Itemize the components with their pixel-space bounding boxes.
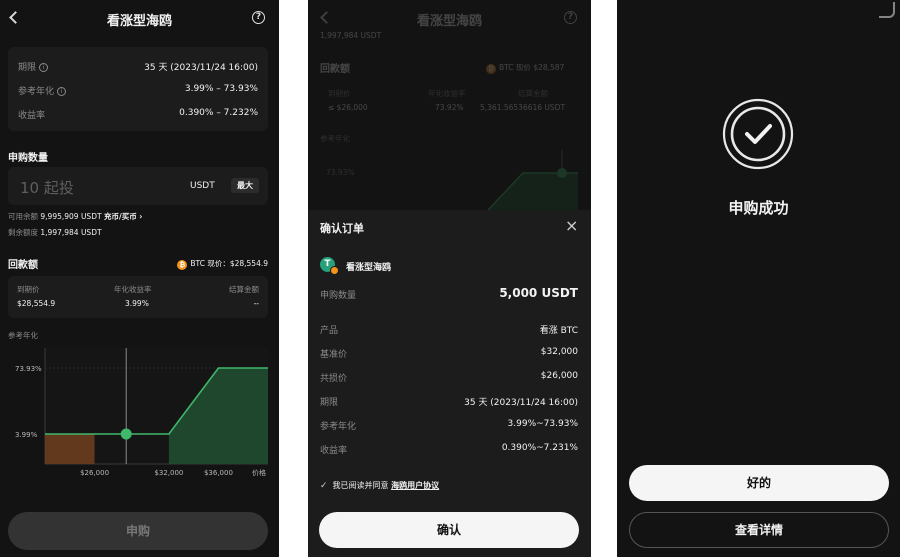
amount-heading: 申购数量 xyxy=(8,153,48,164)
bg-chart-area xyxy=(488,173,578,210)
corner-icon xyxy=(879,2,895,18)
subscription-screen: 看涨型海鸥 ? 期限 i 35 天 (2023/11/24 16:00) 参考年化… xyxy=(0,0,279,557)
order-row-label: 参考年化 xyxy=(320,422,357,432)
btc-icon: ₿ xyxy=(177,260,188,270)
low-zone-area xyxy=(45,434,95,464)
btc-icon: ₿ xyxy=(486,64,496,74)
amount-value: 5,000 USDT xyxy=(499,286,578,300)
btc-price: ₿ BTC 现价：$28,554.9 xyxy=(177,258,268,270)
success-inner-ring xyxy=(730,106,786,162)
ok-button[interactable]: 好的 xyxy=(629,465,889,501)
col-apr-label: 年化收益率 xyxy=(114,285,152,294)
available-label: 可用余额 xyxy=(8,212,38,221)
yield-value: 0.390% – 7.232% xyxy=(179,108,258,118)
background-page: 看涨型海鸥 ? 1,997,984 USDT 回款额 ₿ BTC 现价 $28,5… xyxy=(308,0,591,210)
product-logo-icon: T xyxy=(320,257,339,275)
check-mark xyxy=(745,124,772,144)
confirm-button[interactable]: 确认 xyxy=(319,512,579,548)
success-message: 申购成功 xyxy=(728,199,789,217)
bg-remaining: 1,997,984 USDT xyxy=(320,31,382,40)
product-name: 看涨型海鸥 xyxy=(346,263,392,273)
agreement-link[interactable]: 海鸥用户协议 xyxy=(391,481,439,490)
help-icon[interactable]: ? xyxy=(252,11,265,24)
apr-value: 3.99% – 73.93% xyxy=(184,84,258,94)
success-check-icon xyxy=(722,98,794,170)
product-info-card: 期限 i 35 天 (2023/11/24 16:00) 参考年化 i 3.99% … xyxy=(8,47,268,131)
bg-title: 看涨型海鸥 xyxy=(416,14,482,29)
current-price-point[interactable] xyxy=(120,428,132,440)
order-row-value: 3.99%~73.93% xyxy=(507,419,578,429)
bg-col1: 到期价 xyxy=(328,89,351,98)
close-icon[interactable]: × xyxy=(565,216,578,235)
agree-text: 我已阅读并同意 xyxy=(332,481,389,490)
order-row-value: $32,000 xyxy=(540,347,578,357)
x-tick-label: $32,000 xyxy=(154,469,183,477)
success-screen: 申购成功 好的 查看详情 xyxy=(617,0,900,557)
col-expiry-label: 到期价 xyxy=(17,285,40,294)
confirm-sheet: 确认订单 × T 看涨型海鸥 申购数量 5,000 USDT 产品 看涨 BTC 基… xyxy=(308,210,591,557)
term-value: 35 天 (2023/11/24 16:00) xyxy=(144,63,258,73)
order-row-label: 共损价 xyxy=(320,374,348,384)
remaining-quota: 剩余额度 1,997,984 USDT xyxy=(8,227,102,238)
view-details-button[interactable]: 查看详情 xyxy=(629,512,889,548)
sheet-title: 确认订单 xyxy=(320,222,364,235)
term-label: 期限 i xyxy=(18,60,49,73)
page-title: 看涨型海鸥 xyxy=(106,14,172,29)
x-tick-label: $26,000 xyxy=(80,469,109,477)
y-tick-label: 73.93% xyxy=(15,365,42,373)
payout-heading: 回款额 xyxy=(8,260,38,271)
agreement-row: ✓ 我已阅读并同意 海鸥用户协议 xyxy=(320,480,439,491)
bg-chart-label: 参考年化 xyxy=(320,134,350,143)
bg-chart-point xyxy=(557,168,567,178)
info-icon[interactable]: i xyxy=(39,63,49,72)
col-apr-value: 3.99% xyxy=(125,299,149,308)
success-outer-ring xyxy=(722,98,794,170)
x-tick-label: 价格 xyxy=(252,468,266,477)
bg-payout-heading: 回款额 xyxy=(320,64,350,75)
x-tick-label: $36,000 xyxy=(204,469,233,477)
amount-input-box[interactable]: 10 起投 USDT 最大 xyxy=(8,167,268,205)
checkbox-check-icon[interactable]: ✓ xyxy=(320,481,328,491)
max-button[interactable]: 最大 xyxy=(231,178,259,193)
confirm-order-screen: 看涨型海鸥 ? 1,997,984 USDT 回款额 ₿ BTC 现价 $28,5… xyxy=(308,0,591,557)
col-settle-label: 结算金额 xyxy=(229,285,259,294)
order-row-label: 产品 xyxy=(320,326,339,336)
available-balance: 可用余额 9,995,909 USDT 充币/买币 › xyxy=(8,211,142,222)
order-row-label: 期限 xyxy=(320,398,339,408)
bg-chart xyxy=(487,150,578,210)
subscribe-button[interactable]: 申购 xyxy=(8,512,268,550)
info-icon[interactable]: i xyxy=(57,87,67,96)
col-expiry-value: $28,554.9 xyxy=(17,299,56,308)
amount-input[interactable]: 10 起投 xyxy=(20,177,74,198)
order-row-value: $26,000 xyxy=(540,371,578,381)
col-settle-value: -- xyxy=(253,299,259,308)
order-row-label: 基准价 xyxy=(320,350,348,360)
apr-label: 参考年化 i xyxy=(18,84,67,97)
yield-label: 收益率 xyxy=(18,111,46,121)
y-tick-label: 3.99% xyxy=(15,431,38,439)
deposit-link[interactable]: 充币/买币 › xyxy=(104,212,142,221)
bg-v2: 73.92% xyxy=(435,103,464,112)
bg-btc-price: ₿ BTC 现价 $28,587 xyxy=(486,62,564,74)
bg-col2: 年化收益率 xyxy=(428,89,466,98)
order-row-value: 0.390%~7.231% xyxy=(501,443,578,453)
bg-v3: 5,361.56536616 USDT xyxy=(480,103,566,112)
available-value: 9,995,909 USDT xyxy=(40,212,102,221)
currency-label: USDT xyxy=(190,181,215,191)
remaining-value: 1,997,984 USDT xyxy=(40,228,102,237)
order-row-value: 看涨 BTC xyxy=(539,326,578,336)
remaining-label: 剩余额度 xyxy=(8,228,38,237)
order-row-value: 35 天 (2023/11/24 16:00) xyxy=(464,398,578,408)
bg-col3: 结算金额 xyxy=(518,89,548,98)
apr-payoff-chart: 73.93% 3.99% $26,000 $32,000 $36,000 价格 xyxy=(15,348,268,477)
payout-table: 到期价 年化收益率 结算金额 $28,554.9 3.99% -- xyxy=(8,276,268,318)
bg-v1: ≤ $26,000 xyxy=(328,103,368,112)
help-icon: ? xyxy=(564,11,577,24)
amount-label: 申购数量 xyxy=(320,291,357,301)
order-row-label: 收益率 xyxy=(320,446,348,456)
